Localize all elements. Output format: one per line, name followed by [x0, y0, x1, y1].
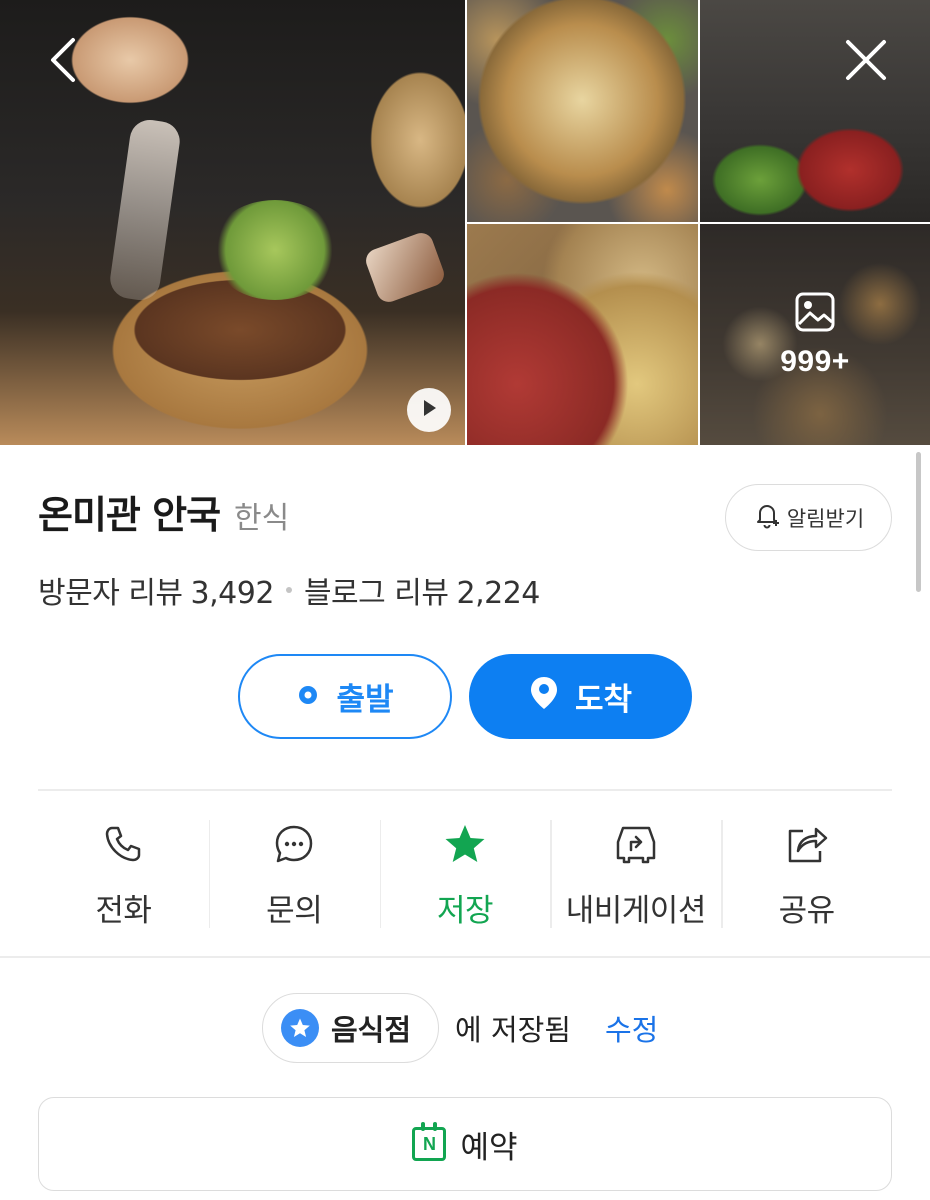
share-action[interactable]: 공유	[721, 820, 892, 930]
blog-review-link[interactable]: 블로그 리뷰 2,224	[304, 568, 540, 612]
back-button[interactable]	[32, 30, 96, 94]
saved-status-text: 에 저장됨	[455, 1013, 571, 1047]
gallery-photo[interactable]	[467, 224, 698, 445]
photo-detail	[210, 200, 340, 300]
bell-icon	[753, 501, 781, 534]
depart-label: 출발	[336, 682, 394, 718]
navigation-label: 내비게이션	[565, 893, 707, 929]
share-label: 공유	[778, 893, 836, 929]
photo-detail	[362, 229, 448, 306]
edit-saved-link[interactable]: 수정	[605, 1007, 658, 1049]
review-summary: 방문자 리뷰 3,492 블로그 리뷰 2,224	[38, 568, 540, 612]
close-button[interactable]	[834, 30, 898, 94]
reserve-label: 예약	[460, 1129, 518, 1166]
alarm-subscribe-button[interactable]: 알림받기	[725, 484, 892, 551]
gallery-photo[interactable]	[467, 0, 698, 222]
more-photos-count: 999+	[780, 344, 850, 378]
photo-detail	[107, 117, 183, 303]
chat-bubble-icon	[273, 820, 315, 867]
navigation-action[interactable]: 내비게이션	[550, 820, 721, 930]
share-icon	[785, 820, 829, 867]
phone-icon	[103, 820, 143, 867]
more-photos-overlay: 999+	[700, 224, 930, 445]
close-icon	[844, 38, 888, 86]
saved-folder-chip[interactable]: 음식점	[262, 993, 440, 1063]
alarm-label: 알림받기	[786, 506, 865, 531]
inquiry-label: 문의	[266, 893, 323, 929]
star-circle-icon	[281, 1009, 319, 1047]
call-action[interactable]: 전화	[38, 820, 209, 930]
more-photos-tile[interactable]: 999+	[700, 224, 930, 445]
back-arrow-icon	[47, 37, 81, 87]
reserve-button[interactable]: N 예약	[38, 1097, 892, 1191]
image-icon	[794, 291, 836, 337]
visitor-review-label: 방문자 리뷰	[38, 576, 183, 611]
inquiry-action[interactable]: 문의	[208, 820, 380, 930]
saved-folder-name: 음식점	[331, 1013, 412, 1047]
place-category: 한식	[234, 501, 290, 536]
section-divider	[0, 956, 930, 958]
video-play-button[interactable]	[407, 388, 451, 432]
visitor-review-link[interactable]: 방문자 리뷰 3,492	[38, 568, 274, 612]
blog-review-label: 블로그 리뷰	[303, 576, 449, 611]
blog-review-count: 2,224	[456, 576, 540, 611]
save-label: 저장	[436, 893, 494, 929]
arrive-button[interactable]: 도착	[469, 654, 692, 739]
divider	[38, 789, 892, 791]
call-label: 전화	[95, 893, 152, 929]
depart-button[interactable]: 출발	[238, 654, 452, 739]
photo-gallery: 999+	[0, 0, 930, 445]
arrive-label: 도착	[574, 682, 633, 718]
save-action[interactable]: 저장	[379, 820, 551, 930]
action-bar: 전화 문의 저장 내비게이션 공유	[38, 820, 892, 930]
place-title-row: 온미관 안국 한식	[38, 484, 289, 539]
saved-status-row: 음식점 에 저장됨 수정	[262, 993, 658, 1063]
place-name: 온미관 안국	[38, 493, 221, 537]
visitor-review-count: 3,492	[190, 576, 275, 611]
separator-dot	[285, 587, 292, 593]
star-icon	[443, 820, 487, 867]
naver-calendar-icon: N	[412, 1122, 447, 1161]
scrollbar[interactable]	[916, 452, 921, 592]
map-pin-icon	[529, 675, 559, 719]
car-navigation-icon	[613, 820, 659, 867]
location-dot-icon	[296, 679, 320, 715]
play-icon	[419, 398, 439, 422]
